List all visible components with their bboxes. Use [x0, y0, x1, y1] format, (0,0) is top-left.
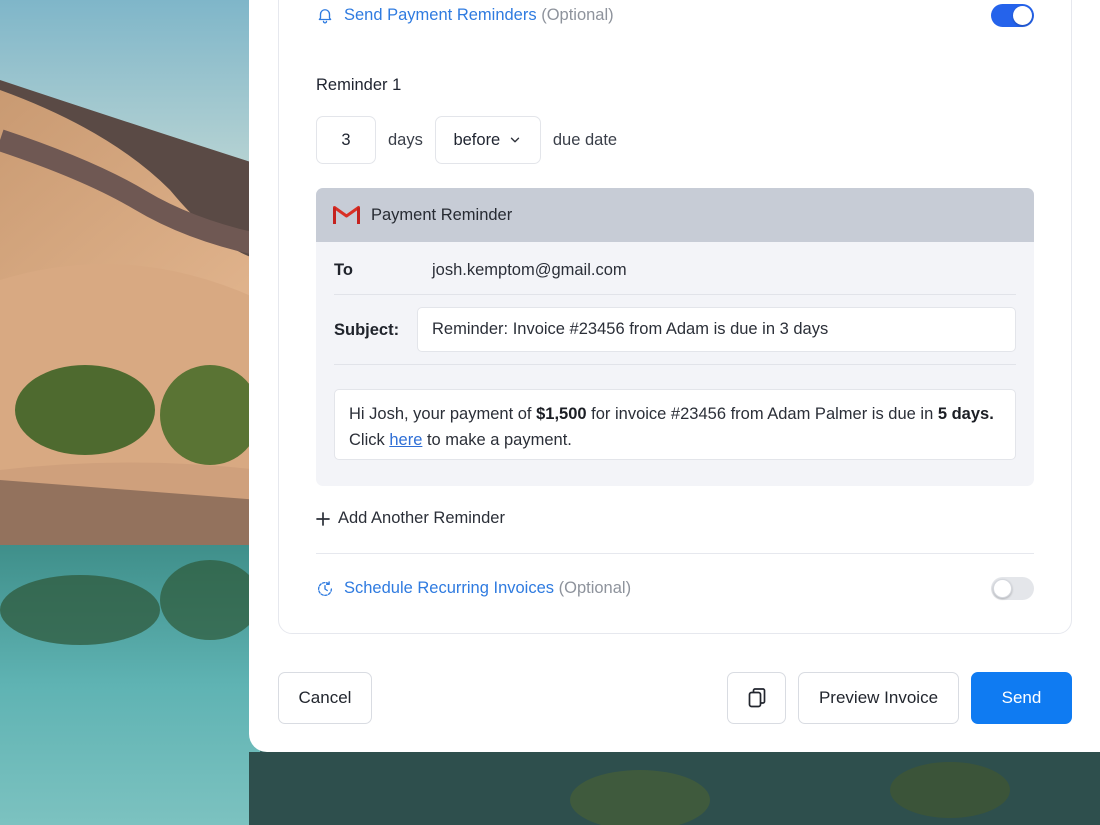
body-text: to make a payment.: [422, 431, 572, 449]
options-card: Send Payment Reminders (Optional) Remind…: [278, 0, 1072, 634]
body-text: Click: [349, 431, 390, 449]
plus-icon: [316, 511, 330, 526]
reminder-label: Reminder 1: [316, 76, 402, 94]
optional-tag: (Optional): [558, 578, 632, 597]
body-days: 5 days.: [937, 405, 994, 423]
add-reminder-button[interactable]: Add Another Reminder: [316, 509, 505, 528]
bell-icon: [316, 6, 334, 24]
body-text: Hi Josh, your payment of: [349, 405, 537, 423]
email-preview-header: Payment Reminder: [316, 188, 1034, 242]
payment-reminders-header: Send Payment Reminders (Optional): [316, 1, 1034, 29]
recurring-invoices-title[interactable]: Schedule Recurring Invoices: [344, 579, 554, 597]
cancel-button[interactable]: Cancel: [278, 672, 372, 724]
to-label: To: [334, 261, 353, 279]
days-count-input[interactable]: 3: [316, 116, 376, 164]
recurring-invoices-toggle[interactable]: [991, 576, 1034, 600]
send-button[interactable]: Send: [971, 672, 1072, 724]
payment-reminders-title[interactable]: Send Payment Reminders: [344, 6, 537, 24]
divider: [334, 294, 1016, 295]
email-preview: Payment Reminder To josh.kemptom@gmail.c…: [316, 188, 1034, 486]
recurring-clock-icon: [316, 579, 334, 597]
add-reminder-label: Add Another Reminder: [338, 509, 505, 527]
due-date-label: due date: [552, 130, 618, 149]
email-preview-title: Payment Reminder: [371, 205, 513, 224]
invoice-panel: Send Payment Reminders (Optional) Remind…: [249, 0, 1100, 752]
section-divider: [316, 553, 1034, 554]
select-value: before: [453, 130, 501, 149]
preview-invoice-button[interactable]: Preview Invoice: [798, 672, 959, 724]
body-text: for invoice #23456 from Adam Palmer is d…: [586, 405, 938, 423]
duplicate-button[interactable]: [727, 672, 786, 724]
payment-reminders-toggle[interactable]: [991, 3, 1034, 27]
days-label: days: [388, 130, 423, 149]
optional-tag: (Optional): [541, 5, 614, 24]
payment-link[interactable]: here: [389, 431, 422, 449]
gmail-icon: [333, 205, 360, 225]
toggle-knob: [993, 578, 1012, 598]
divider: [334, 364, 1016, 365]
copy-icon: [747, 687, 767, 709]
subject-input[interactable]: Reminder: Invoice #23456 from Adam is du…: [417, 307, 1016, 352]
body-amount: $1,500: [536, 405, 587, 423]
chevron-down-icon: [508, 133, 522, 147]
subject-label: Subject:: [334, 321, 400, 339]
reminder-timing-row: 3 days before due date: [316, 116, 617, 164]
to-address: josh.kemptom@gmail.com: [432, 261, 627, 279]
before-after-select[interactable]: before: [434, 116, 541, 164]
toggle-knob: [1013, 5, 1032, 25]
email-body-input[interactable]: Hi Josh, your payment of $1,500 for invo…: [334, 389, 1016, 460]
recurring-invoices-header: Schedule Recurring Invoices (Optional): [316, 574, 1034, 602]
